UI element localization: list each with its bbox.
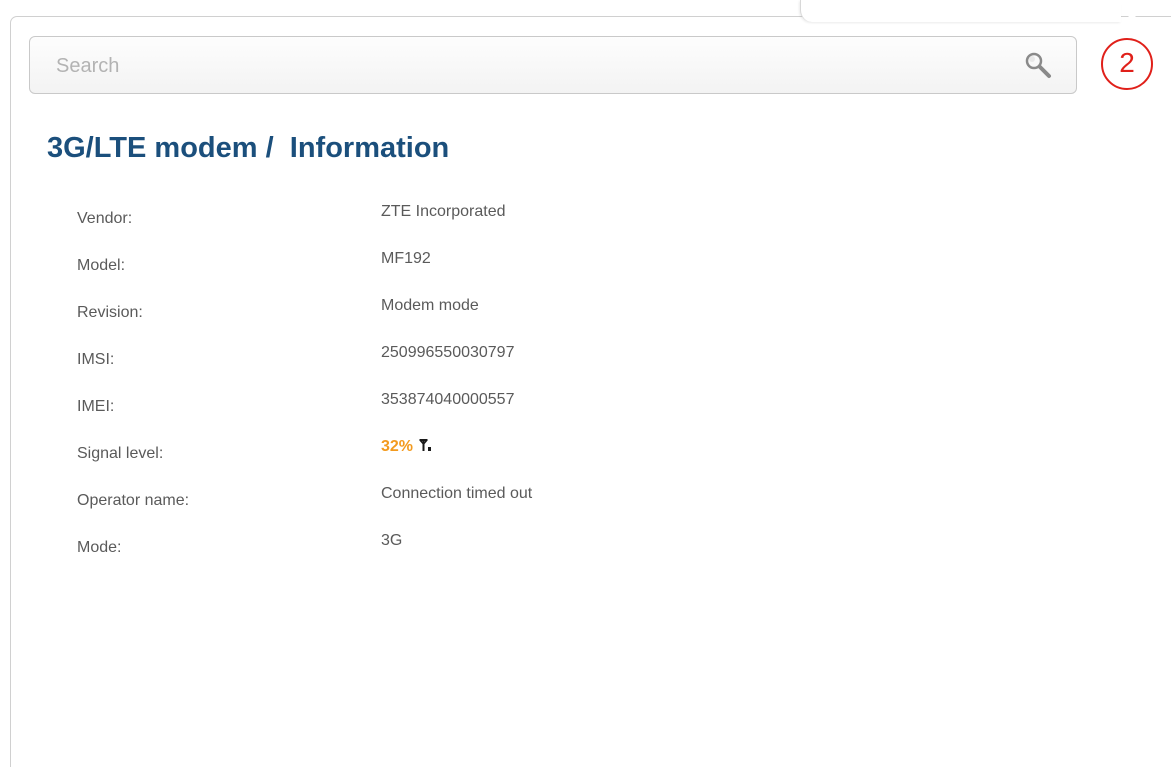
signal-level-value-container: 32% bbox=[381, 438, 432, 457]
revision-value: Modem mode bbox=[381, 297, 479, 314]
model-value: MF192 bbox=[381, 250, 431, 267]
imei-label: IMEI: bbox=[77, 398, 115, 415]
page: 2 3G/LTE modem / Information Vendor: ZTE… bbox=[0, 0, 1171, 767]
tooltip-notch-tail bbox=[1118, 0, 1146, 22]
search-box[interactable] bbox=[29, 36, 1077, 94]
model-label: Model: bbox=[77, 257, 126, 274]
vendor-label: Vendor: bbox=[77, 210, 133, 227]
content-panel bbox=[10, 16, 1171, 767]
search-input[interactable] bbox=[54, 50, 1008, 82]
imsi-label: IMSI: bbox=[77, 351, 115, 368]
vendor-value: ZTE Incorporated bbox=[381, 203, 506, 220]
page-title: 3G/LTE modem / Information bbox=[47, 132, 450, 164]
signal-strength-icon bbox=[419, 439, 432, 457]
step-number-badge: 2 bbox=[1101, 38, 1153, 90]
mode-label: Mode: bbox=[77, 539, 122, 556]
operator-name-value: Connection timed out bbox=[381, 485, 533, 502]
mode-value: 3G bbox=[381, 532, 403, 549]
imei-value: 353874040000557 bbox=[381, 391, 515, 408]
imsi-value: 250996550030797 bbox=[381, 344, 515, 361]
tooltip-notch bbox=[800, 0, 1121, 22]
operator-name-label: Operator name: bbox=[77, 492, 190, 509]
signal-level-value: 32% bbox=[381, 438, 414, 455]
revision-label: Revision: bbox=[77, 304, 143, 321]
search-icon[interactable] bbox=[1024, 51, 1054, 81]
signal-level-label: Signal level: bbox=[77, 445, 164, 462]
